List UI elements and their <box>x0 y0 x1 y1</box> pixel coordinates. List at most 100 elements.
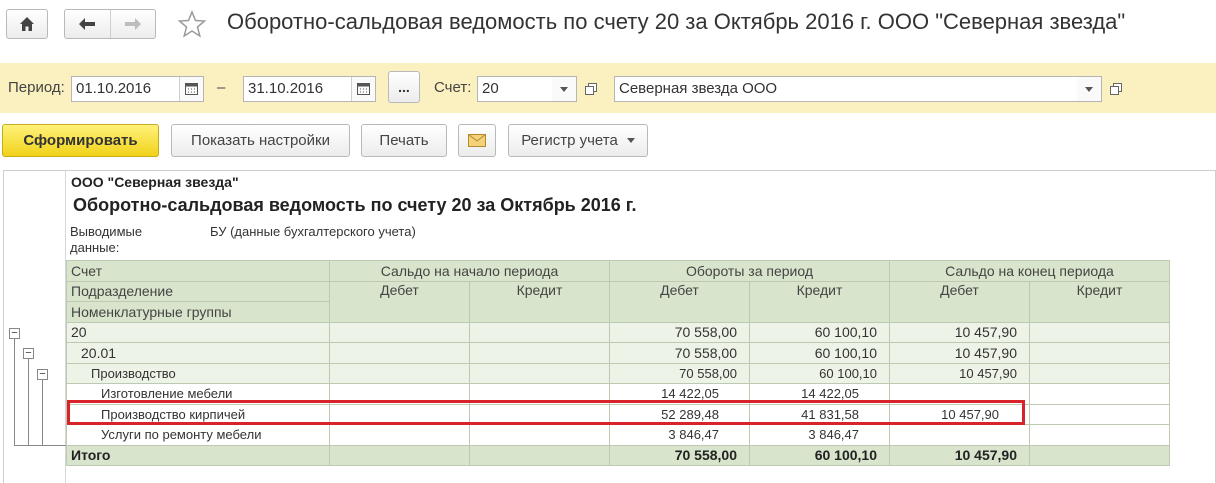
date-from-field[interactable]: 01.10.2016 <box>71 76 204 102</box>
header-opening-balance: Сальдо на начало периода <box>329 260 610 282</box>
chevron-down-icon <box>626 138 635 143</box>
cell-closing-debit <box>889 424 1030 446</box>
cell-closing-credit <box>1029 321 1170 343</box>
header-closing-credit: Кредит <box>1029 280 1170 323</box>
tree-connector <box>42 374 43 445</box>
collapse-group-button[interactable]: − <box>37 369 48 380</box>
cell-turnover-debit: 70 558,00 <box>609 321 750 343</box>
table-row[interactable]: Производство 70 558,00 60 100,10 10 457,… <box>66 362 1170 384</box>
organization-field[interactable]: Северная звезда ООО <box>614 76 1102 102</box>
organization-dropdown-button[interactable] <box>1077 77 1101 101</box>
period-select-button[interactable]: ... <box>388 71 420 103</box>
open-window-icon <box>585 83 597 95</box>
header-subdivision: Подразделение <box>66 280 330 302</box>
generate-button[interactable]: Сформировать <box>2 124 159 157</box>
cell-closing-credit <box>1029 362 1170 384</box>
total-turnover-credit: 60 100,10 <box>749 444 890 466</box>
calendar-button[interactable] <box>179 77 203 101</box>
register-dropdown-button[interactable]: Регистр учета <box>508 124 648 157</box>
star-icon <box>178 10 206 38</box>
total-turnover-debit: 70 558,00 <box>609 444 750 466</box>
window-title: Оборотно-сальдовая ведомость по счету 20… <box>227 9 1126 34</box>
parameters-panel: Период: 01.10.2016 – 31.10.2016 ... Счет… <box>0 63 1216 113</box>
highlight-frame <box>67 400 1025 425</box>
arrow-left-icon <box>79 18 96 30</box>
cell-opening-credit <box>469 424 610 446</box>
header-account: Счет <box>66 260 330 282</box>
report-table: Счет Сальдо на начало периода Обороты за… <box>66 260 1170 466</box>
cell-closing-credit <box>1029 424 1170 446</box>
cell-turnover-credit: 60 100,10 <box>749 321 890 343</box>
total-label: Итого <box>66 444 330 466</box>
output-value: БУ (данные бухгалтерского учета) <box>210 224 416 239</box>
calendar-button[interactable] <box>351 77 375 101</box>
total-row[interactable]: Итого 70 558,00 60 100,10 10 457,90 <box>66 444 1170 466</box>
tree-connector <box>14 445 66 446</box>
row-name: Услуги по ремонту мебели <box>66 424 330 446</box>
calendar-icon <box>357 83 370 95</box>
header-turnover-debit: Дебет <box>609 280 750 323</box>
header-closing-debit: Дебет <box>889 280 1030 323</box>
tree-connector <box>14 333 15 445</box>
report-area: ООО "Северная звезда" Оборотно-сальдовая… <box>3 170 1216 483</box>
organization-open-button[interactable] <box>1105 76 1127 102</box>
forward-button[interactable] <box>109 10 156 38</box>
account-label: Счет: <box>434 79 472 96</box>
row-name: 20 <box>66 321 330 343</box>
table-row[interactable]: 20.01 70 558,00 60 100,10 10 457,90 <box>66 342 1170 364</box>
account-field[interactable]: 20 <box>477 76 577 102</box>
home-button[interactable] <box>6 9 48 39</box>
account-open-button[interactable] <box>580 76 602 102</box>
calendar-icon <box>185 83 198 95</box>
cell-opening-debit <box>329 444 470 466</box>
header-turnover-credit: Кредит <box>749 280 890 323</box>
collapse-group-button[interactable]: − <box>23 348 34 359</box>
send-email-button[interactable] <box>458 124 496 157</box>
cell-opening-debit <box>329 362 470 384</box>
show-settings-button[interactable]: Показать настройки <box>171 124 350 157</box>
table-row[interactable]: 20 70 558,00 60 100,10 10 457,90 <box>66 321 1170 343</box>
cell-closing-credit <box>1029 403 1170 425</box>
cell-closing-debit: 10 457,90 <box>889 321 1030 343</box>
date-from-value: 01.10.2016 <box>76 80 152 97</box>
cell-turnover-debit: 70 558,00 <box>609 362 750 384</box>
cell-closing-credit <box>1029 383 1170 405</box>
header-closing-balance: Сальдо на конец периода <box>889 260 1170 282</box>
home-icon <box>20 17 34 31</box>
header-opening-credit: Кредит <box>469 280 610 323</box>
cell-closing-credit <box>1029 444 1170 466</box>
cell-opening-debit <box>329 321 470 343</box>
print-button[interactable]: Печать <box>361 124 447 157</box>
cell-opening-debit <box>329 424 470 446</box>
envelope-icon <box>468 134 486 147</box>
cell-opening-credit <box>469 362 610 384</box>
cell-closing-debit: 10 457,90 <box>889 362 1030 384</box>
cell-turnover-credit: 3 846,47 <box>749 424 890 446</box>
row-name: 20.01 <box>66 342 330 364</box>
chevron-down-icon <box>560 86 568 92</box>
header-row: Счет Сальдо на начало периода Обороты за… <box>66 260 1170 282</box>
cell-turnover-debit: 3 846,47 <box>609 424 750 446</box>
title-bar: Оборотно-сальдовая ведомость по счету 20… <box>0 0 1216 50</box>
cell-opening-credit <box>469 321 610 343</box>
header-nomenclature: Номенклатурные группы <box>66 301 330 323</box>
cell-closing-credit <box>1029 342 1170 364</box>
cell-closing-debit: 10 457,90 <box>889 342 1030 364</box>
table-row[interactable]: Услуги по ремонту мебели 3 846,47 3 846,… <box>66 424 1170 446</box>
open-window-icon <box>1110 83 1122 95</box>
cell-turnover-credit: 60 100,10 <box>749 342 890 364</box>
register-label: Регистр учета <box>521 132 618 149</box>
report-title: Оборотно-сальдовая ведомость по счету 20… <box>73 195 637 215</box>
period-dash: – <box>217 79 226 96</box>
tree-connector <box>28 353 29 445</box>
favorite-button[interactable] <box>176 8 208 40</box>
back-button[interactable] <box>65 10 110 38</box>
row-name: Производство <box>66 362 330 384</box>
period-label: Период: <box>8 79 65 96</box>
arrow-right-icon <box>124 18 141 30</box>
collapse-group-button[interactable]: − <box>9 328 20 339</box>
date-to-field[interactable]: 31.10.2016 <box>243 76 376 102</box>
account-dropdown-button[interactable] <box>552 77 576 101</box>
cell-opening-credit <box>469 444 610 466</box>
date-to-value: 31.10.2016 <box>248 80 324 97</box>
